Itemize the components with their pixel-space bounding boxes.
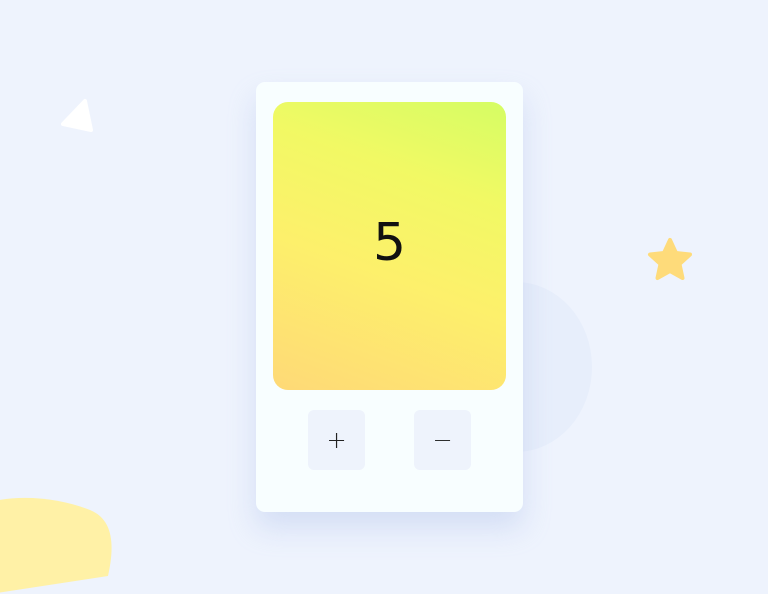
increment-button[interactable]: + bbox=[308, 410, 365, 470]
counter-value: 5 bbox=[372, 213, 407, 273]
decrement-button[interactable]: − bbox=[414, 410, 471, 470]
star-icon bbox=[648, 238, 692, 280]
counter-card: 5 + − bbox=[256, 82, 523, 512]
counter-display: 5 bbox=[273, 102, 506, 390]
background-blob bbox=[0, 497, 112, 593]
triangle-icon bbox=[61, 99, 93, 132]
